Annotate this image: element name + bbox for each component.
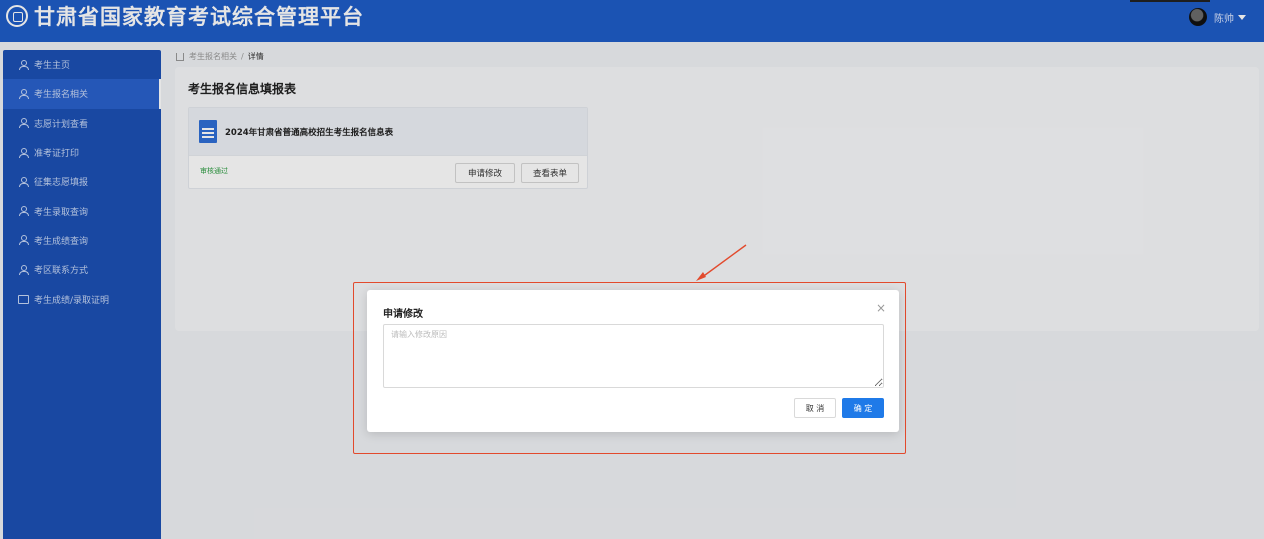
close-icon[interactable]: × bbox=[876, 302, 886, 314]
modify-reason-input[interactable] bbox=[383, 324, 884, 388]
cancel-button[interactable]: 取 消 bbox=[794, 398, 836, 418]
confirm-button[interactable]: 确 定 bbox=[842, 398, 884, 418]
modal-overlay bbox=[0, 0, 1264, 539]
dialog-title: 申请修改 bbox=[383, 309, 423, 320]
apply-modify-dialog: 申请修改 × 取 消 确 定 bbox=[367, 290, 899, 432]
annotation-arrow bbox=[696, 244, 747, 281]
